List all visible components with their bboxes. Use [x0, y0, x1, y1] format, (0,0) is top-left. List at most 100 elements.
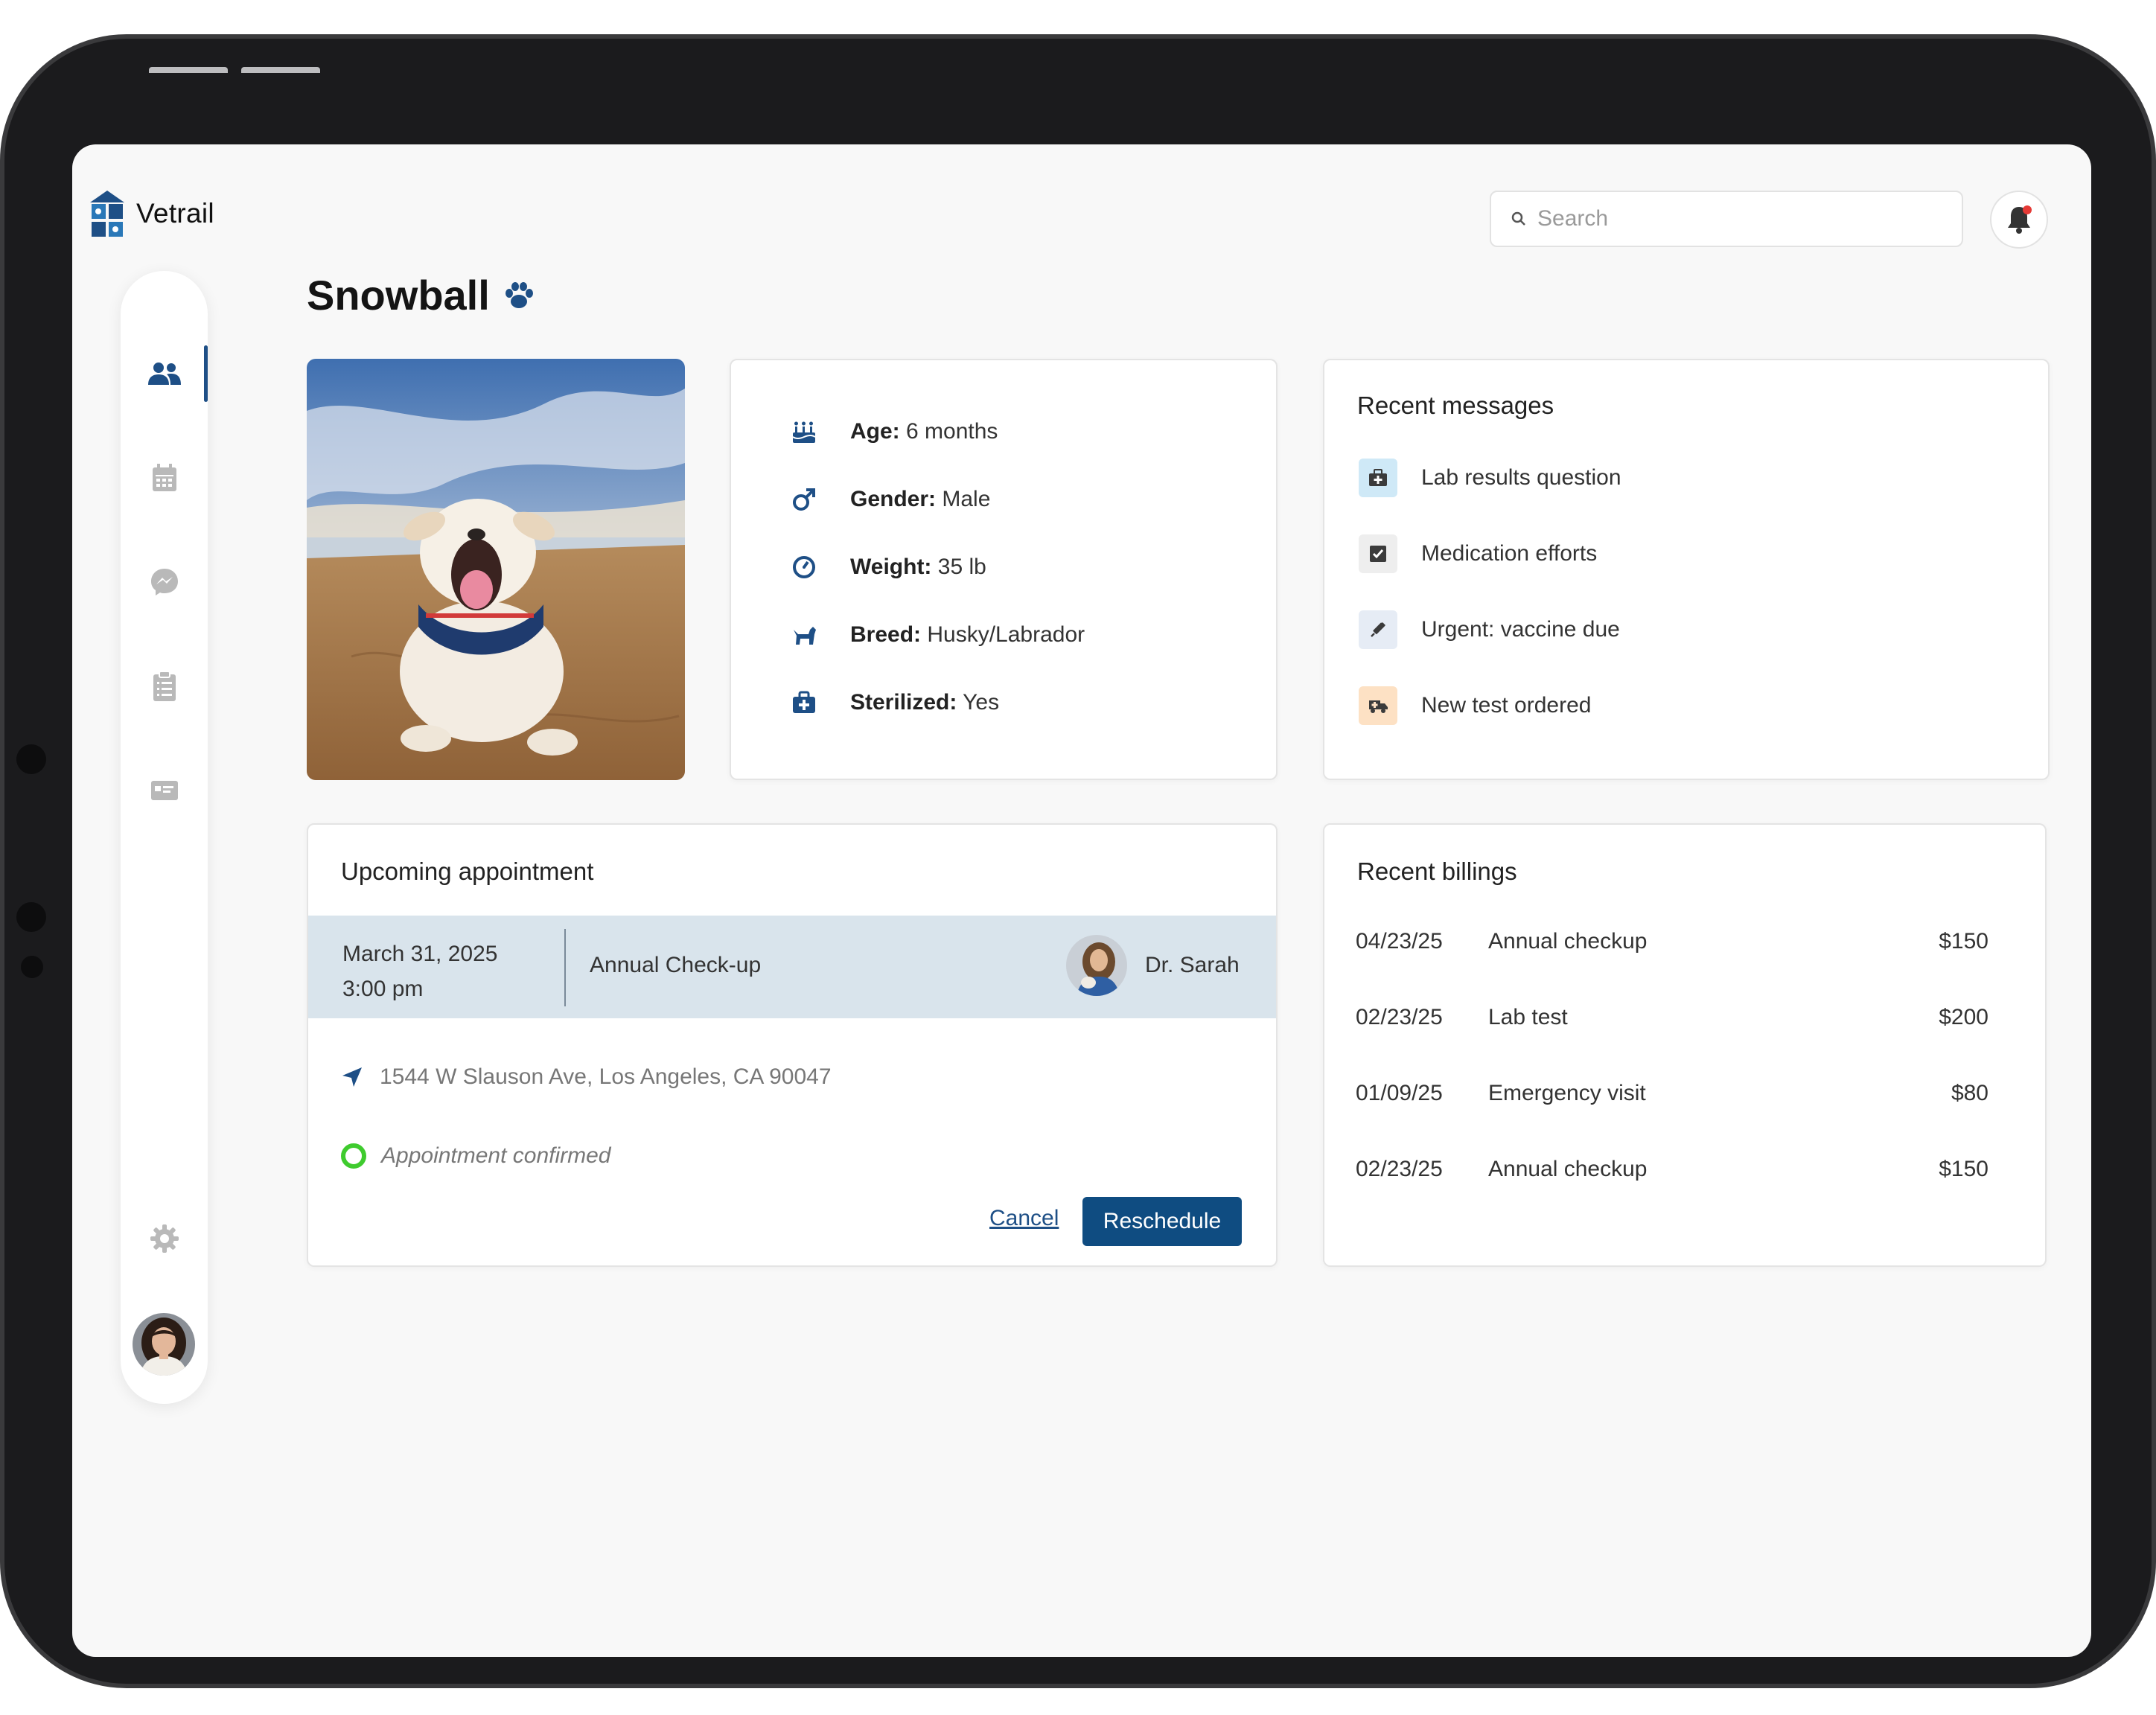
info-label-sterilized: Sterilized: — [850, 690, 957, 715]
appointment-time: 3:00 pm — [342, 977, 424, 1001]
appointment-type: Annual Check-up — [590, 953, 762, 977]
syringe-icon — [1359, 610, 1397, 649]
notification-dot — [2023, 205, 2032, 214]
search-box[interactable] — [1490, 191, 1963, 247]
message-text: Medication efforts — [1421, 541, 1598, 566]
checkbox-icon — [1359, 534, 1397, 573]
info-label-gender: Gender: — [850, 487, 937, 511]
sidebar-item-calendar[interactable] — [121, 450, 208, 506]
message-item[interactable]: Medication efforts — [1359, 534, 1597, 573]
info-value-age: 6 months — [906, 419, 998, 444]
app-logo[interactable]: Vetrail — [89, 189, 214, 238]
notifications-button[interactable] — [1990, 191, 2048, 249]
message-text: New test ordered — [1421, 693, 1592, 718]
dog-icon — [794, 627, 816, 645]
billing-date: 01/09/25 — [1356, 1081, 1443, 1105]
info-value-gender: Male — [942, 487, 991, 511]
active-indicator — [204, 345, 208, 402]
app-name: Vetrail — [136, 198, 214, 229]
pet-name: Snowball — [307, 272, 490, 319]
info-row-sterilized: Sterilized: Yes — [789, 688, 999, 718]
tablet-frame: Vetrail Search Snowball Age: 6 months Ge… — [0, 34, 2156, 1688]
divider — [564, 929, 566, 1006]
billing-amount: $150 — [1939, 1157, 1988, 1181]
billing-date: 02/23/25 — [1356, 1005, 1443, 1029]
info-row-gender: Gender: Male — [789, 485, 990, 514]
sidebar-item-patients[interactable] — [121, 345, 208, 402]
billing-row[interactable]: 04/23/25 Annual checkup $150 — [1356, 929, 2018, 959]
address-text: 1544 W Slauson Ave, Los Angeles, CA 9004… — [380, 1064, 832, 1089]
id-card-icon — [150, 781, 178, 800]
message-text: Urgent: vaccine due — [1421, 617, 1620, 642]
billing-amount: $200 — [1939, 1005, 1988, 1029]
user-avatar[interactable] — [133, 1313, 195, 1376]
info-row-weight: Weight: 35 lb — [789, 552, 986, 582]
billing-description: Annual checkup — [1488, 929, 1648, 954]
ambulance-icon — [1359, 686, 1397, 725]
doctor-avatar — [1066, 935, 1127, 996]
male-gender-icon — [793, 488, 815, 511]
location-arrow-icon — [342, 1067, 362, 1087]
status-text: Appointment confirmed — [381, 1143, 611, 1168]
medical-bag-icon — [1359, 459, 1397, 497]
reschedule-button[interactable]: Reschedule — [1082, 1197, 1242, 1246]
appointment-datetime: March 31, 2025 3:00 pm — [342, 936, 497, 1006]
app-screen: Vetrail Search Snowball Age: 6 months Ge… — [72, 144, 2091, 1657]
recent-messages-card: Recent messages Lab results question Med… — [1323, 359, 2050, 780]
billing-row[interactable]: 01/09/25 Emergency visit $80 — [1356, 1081, 2018, 1111]
billing-date: 02/23/25 — [1356, 1157, 1443, 1181]
doctor-avatar-image — [1066, 935, 1127, 996]
billing-description: Emergency visit — [1488, 1081, 1646, 1105]
upcoming-appointment-card: Upcoming appointment March 31, 2025 3:00… — [307, 823, 1278, 1267]
pet-photo — [307, 359, 685, 780]
info-row-age: Age: 6 months — [789, 417, 998, 447]
camera-lens — [16, 744, 46, 774]
sidebar-item-billing[interactable] — [121, 762, 208, 819]
message-text: Lab results question — [1421, 465, 1621, 490]
sidebar-item-settings[interactable] — [121, 1210, 208, 1267]
page-title: Snowball — [307, 271, 535, 319]
info-value-sterilized: Yes — [963, 690, 1000, 715]
sidebar-item-messages[interactable] — [121, 554, 208, 610]
messenger-icon — [150, 569, 178, 595]
user-avatar-image — [133, 1313, 195, 1376]
appointment-address: 1544 W Slauson Ave, Los Angeles, CA 9004… — [341, 1064, 832, 1090]
sidebar — [121, 271, 208, 1404]
search-input[interactable] — [1537, 206, 1954, 231]
search-icon — [1511, 211, 1525, 226]
recent-messages-title: Recent messages — [1357, 392, 1554, 419]
billing-row[interactable]: 02/23/25 Lab test $200 — [1356, 1005, 2018, 1035]
appointment-title: Upcoming appointment — [341, 858, 594, 885]
message-item[interactable]: Urgent: vaccine due — [1359, 610, 1620, 649]
status-indicator — [341, 1143, 366, 1169]
billing-description: Lab test — [1488, 1005, 1568, 1029]
billing-description: Annual checkup — [1488, 1157, 1648, 1181]
cancel-button[interactable]: Cancel — [989, 1206, 1059, 1231]
billing-date: 04/23/25 — [1356, 929, 1443, 954]
pet-photo-image — [307, 359, 685, 780]
scale-icon — [793, 556, 815, 578]
billing-row[interactable]: 02/23/25 Annual checkup $150 — [1356, 1157, 2018, 1187]
volume-button — [149, 67, 228, 73]
sidebar-item-records[interactable] — [121, 658, 208, 715]
appointment-status: Appointment confirmed — [341, 1143, 611, 1169]
medical-kit-icon — [793, 691, 815, 713]
recent-billings-card: Recent billings 04/23/25 Annual checkup … — [1323, 823, 2047, 1267]
clipboard-icon — [153, 671, 176, 701]
paw-icon — [505, 281, 533, 308]
info-row-breed: Breed: Husky/Labrador — [789, 620, 1085, 650]
doctor-name: Dr. Sarah — [1145, 953, 1240, 977]
users-icon — [147, 363, 181, 385]
billing-amount: $150 — [1939, 929, 1988, 954]
message-item[interactable]: Lab results question — [1359, 459, 1621, 497]
appointment-date: March 31, 2025 — [342, 942, 498, 966]
info-value-weight: 35 lb — [937, 555, 986, 579]
vetrail-logo-icon — [90, 191, 124, 237]
info-label-breed: Breed: — [850, 622, 922, 647]
billings-title: Recent billings — [1357, 858, 1517, 885]
camera-lens — [16, 902, 46, 932]
message-item[interactable]: New test ordered — [1359, 686, 1591, 725]
info-value-breed: Husky/Labrador — [927, 622, 1085, 647]
appointment-summary[interactable]: March 31, 2025 3:00 pm Annual Check-up D… — [308, 916, 1276, 1018]
info-label-age: Age: — [850, 419, 900, 444]
